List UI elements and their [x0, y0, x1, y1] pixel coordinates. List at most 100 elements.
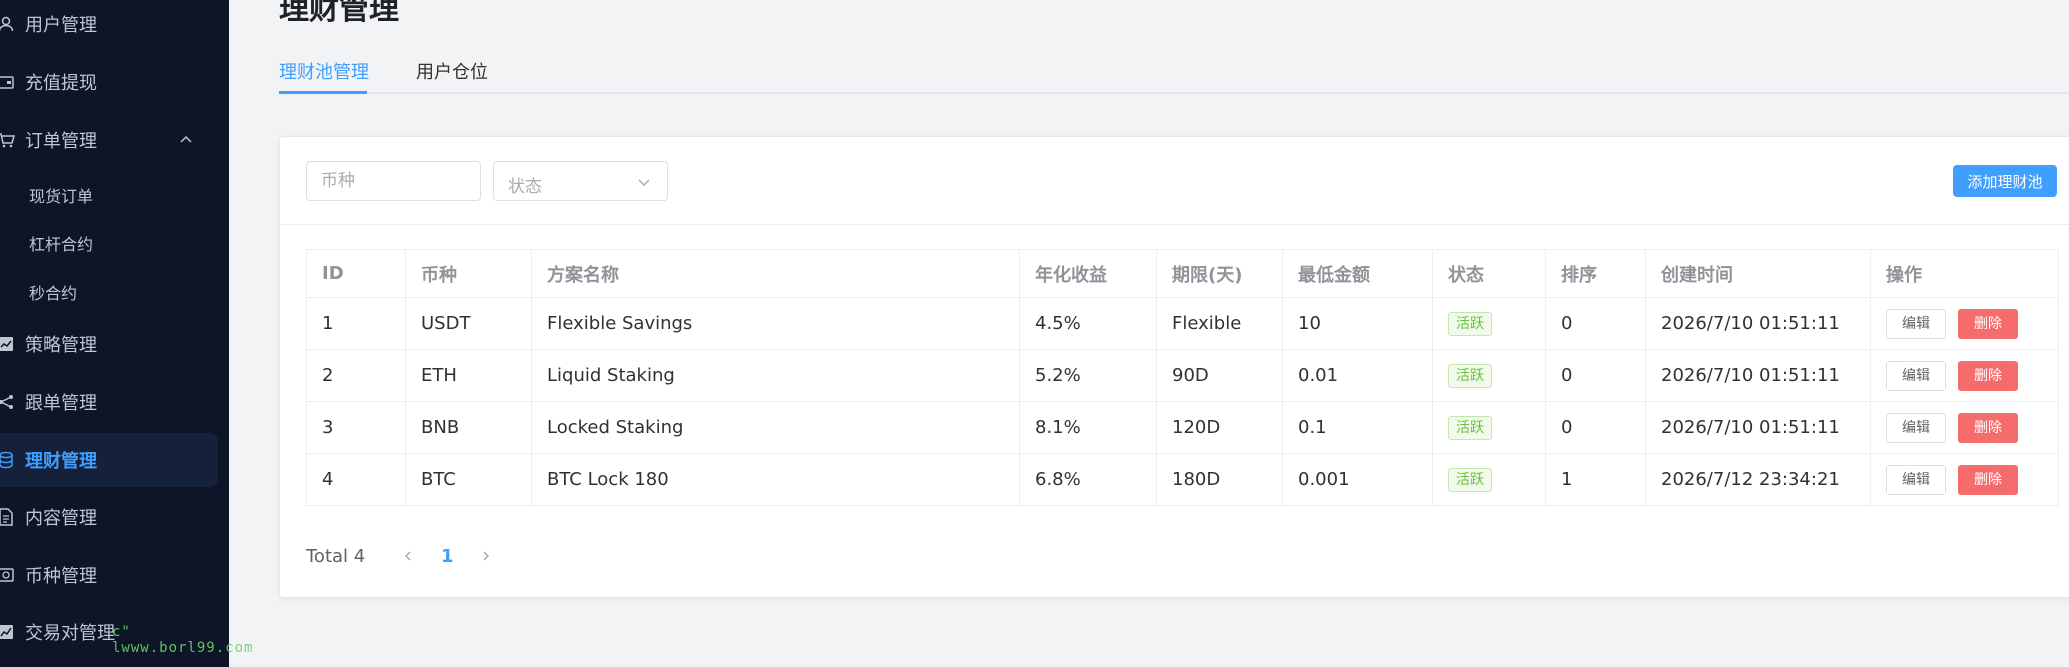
edit-button[interactable]: 编辑: [1886, 360, 1946, 391]
sidebar-item-users[interactable]: 用户管理: [0, 4, 229, 44]
page-title: 理财管理: [279, 0, 399, 27]
status-badge: 活跃: [1448, 363, 1492, 388]
database-icon: [0, 450, 16, 470]
cell-apy: 4.5%: [1019, 297, 1157, 350]
cell-id: 2: [306, 349, 406, 402]
sidebar-item-copy-trading[interactable]: 跟单管理: [0, 382, 229, 422]
cell-term: 180D: [1156, 453, 1283, 506]
sidebar-item-label: 订单管理: [25, 131, 97, 152]
sidebar-item-wealth[interactable]: 理财管理: [0, 433, 218, 487]
cell-coin: BTC: [405, 453, 532, 506]
edit-button[interactable]: 编辑: [1886, 308, 1946, 339]
prev-page-button[interactable]: [393, 541, 423, 571]
cell-sort: 0: [1545, 349, 1646, 402]
cell-actions: 编辑 删除: [1870, 297, 2059, 350]
cell-min-amount: 0.001: [1282, 453, 1433, 506]
cart-icon: [0, 130, 16, 150]
cell-status: 活跃: [1432, 349, 1546, 402]
delete-button[interactable]: 删除: [1958, 412, 2018, 443]
status-select[interactable]: 状态: [493, 161, 668, 201]
cell-status: 活跃: [1432, 453, 1546, 506]
sidebar-subitem-second-contracts[interactable]: 秒合约: [0, 272, 229, 312]
edit-button[interactable]: 编辑: [1886, 412, 1946, 443]
cell-sort: 1: [1545, 453, 1646, 506]
next-page-button[interactable]: [471, 541, 501, 571]
cell-term: 90D: [1156, 349, 1283, 402]
sidebar-subitem-spot-orders[interactable]: 现货订单: [0, 175, 229, 215]
page-number[interactable]: 1: [423, 546, 471, 567]
sidebar-item-label: 内容管理: [25, 508, 97, 529]
cell-plan-name: Liquid Staking: [531, 349, 1020, 402]
cell-apy: 8.1%: [1019, 401, 1157, 454]
chevron-right-icon: [483, 551, 490, 561]
sidebar-item-label: 理财管理: [25, 451, 97, 472]
add-pool-button[interactable]: 添加理财池: [1953, 165, 2057, 197]
active-tab-indicator: [279, 91, 367, 94]
status-select-placeholder: 状态: [508, 177, 542, 197]
col-header-plan-name[interactable]: 方案名称: [531, 249, 1020, 298]
chart-icon: [0, 334, 16, 354]
delete-button[interactable]: 删除: [1958, 464, 2018, 495]
chevron-down-icon: [638, 179, 650, 187]
cell-coin: USDT: [405, 297, 532, 350]
coin-filter-input[interactable]: [306, 161, 481, 201]
tab-bar: 理财池管理 用户仓位: [279, 50, 2069, 94]
pool-card: 状态 添加理财池 ID 币种 方案名称 年化收益 期限(天) 最低金额 状态 排…: [279, 136, 2069, 598]
cell-min-amount: 0.1: [1282, 401, 1433, 454]
col-header-sort[interactable]: 排序: [1545, 249, 1646, 298]
table-row: 4 BTC BTC Lock 180 6.8% 180D 0.001 活跃 1 …: [306, 453, 2059, 506]
sidebar-item-label: 交易对管理: [25, 623, 115, 644]
col-header-apy[interactable]: 年化收益: [1019, 249, 1157, 298]
pagination-total: Total 4: [306, 545, 366, 567]
cell-min-amount: 0.01: [1282, 349, 1433, 402]
sidebar-subitem-label: 秒合约: [29, 284, 78, 303]
sidebar-item-coins[interactable]: 币种管理: [0, 555, 229, 595]
col-header-min-amount[interactable]: 最低金额: [1282, 249, 1433, 298]
watermark: c" lwww.borl99.com: [112, 624, 254, 656]
pagination: Total 4 1: [306, 541, 501, 571]
delete-button[interactable]: 删除: [1958, 308, 2018, 339]
sidebar-item-deposit-withdraw[interactable]: 充值提现: [0, 62, 229, 102]
sidebar-item-label: 币种管理: [25, 566, 97, 587]
chevron-left-icon: [405, 551, 411, 561]
col-header-created[interactable]: 创建时间: [1645, 249, 1871, 298]
edit-button[interactable]: 编辑: [1886, 464, 1946, 495]
cell-actions: 编辑 删除: [1870, 349, 2059, 402]
cell-id: 1: [306, 297, 406, 350]
cell-status: 活跃: [1432, 401, 1546, 454]
sidebar-item-content[interactable]: 内容管理: [0, 497, 229, 537]
delete-button[interactable]: 删除: [1958, 360, 2018, 391]
cell-sort: 0: [1545, 297, 1646, 350]
col-header-id[interactable]: ID: [306, 249, 406, 298]
cell-status: 活跃: [1432, 297, 1546, 350]
tab-user-positions[interactable]: 用户仓位: [416, 58, 488, 84]
wallet-icon: [0, 72, 16, 92]
tab-pool-management[interactable]: 理财池管理: [279, 58, 369, 84]
sidebar-subitem-label: 现货订单: [29, 187, 94, 206]
sidebar-subitem-margin-contracts[interactable]: 杠杆合约: [0, 223, 229, 263]
cell-term: Flexible: [1156, 297, 1283, 350]
table-row: 2 ETH Liquid Staking 5.2% 90D 0.01 活跃 0 …: [306, 349, 2059, 402]
status-badge: 活跃: [1448, 467, 1492, 492]
sidebar-item-label: 跟单管理: [25, 393, 97, 414]
chevron-up-icon[interactable]: [178, 132, 194, 148]
cell-coin: ETH: [405, 349, 532, 402]
cell-sort: 0: [1545, 401, 1646, 454]
col-header-term[interactable]: 期限(天): [1156, 249, 1283, 298]
cell-created: 2026/7/10 01:51:11: [1645, 349, 1871, 402]
cell-id: 4: [306, 453, 406, 506]
cell-plan-name: BTC Lock 180: [531, 453, 1020, 506]
status-badge: 活跃: [1448, 415, 1492, 440]
sidebar-item-strategy[interactable]: 策略管理: [0, 324, 229, 364]
col-header-coin[interactable]: 币种: [405, 249, 532, 298]
document-icon: [0, 507, 16, 527]
cell-id: 3: [306, 401, 406, 454]
col-header-status[interactable]: 状态: [1432, 249, 1546, 298]
sidebar-subitem-label: 杠杆合约: [29, 235, 94, 254]
sidebar-item-label: 充值提现: [25, 73, 97, 94]
filter-row: 状态 添加理财池: [280, 137, 2069, 225]
table-row: 3 BNB Locked Staking 8.1% 120D 0.1 活跃 0 …: [306, 401, 2059, 454]
sidebar-item-orders[interactable]: 订单管理: [0, 120, 229, 160]
user-icon: [0, 14, 16, 34]
pool-table: ID 币种 方案名称 年化收益 期限(天) 最低金额 状态 排序 创建时间 操作…: [306, 249, 2059, 506]
